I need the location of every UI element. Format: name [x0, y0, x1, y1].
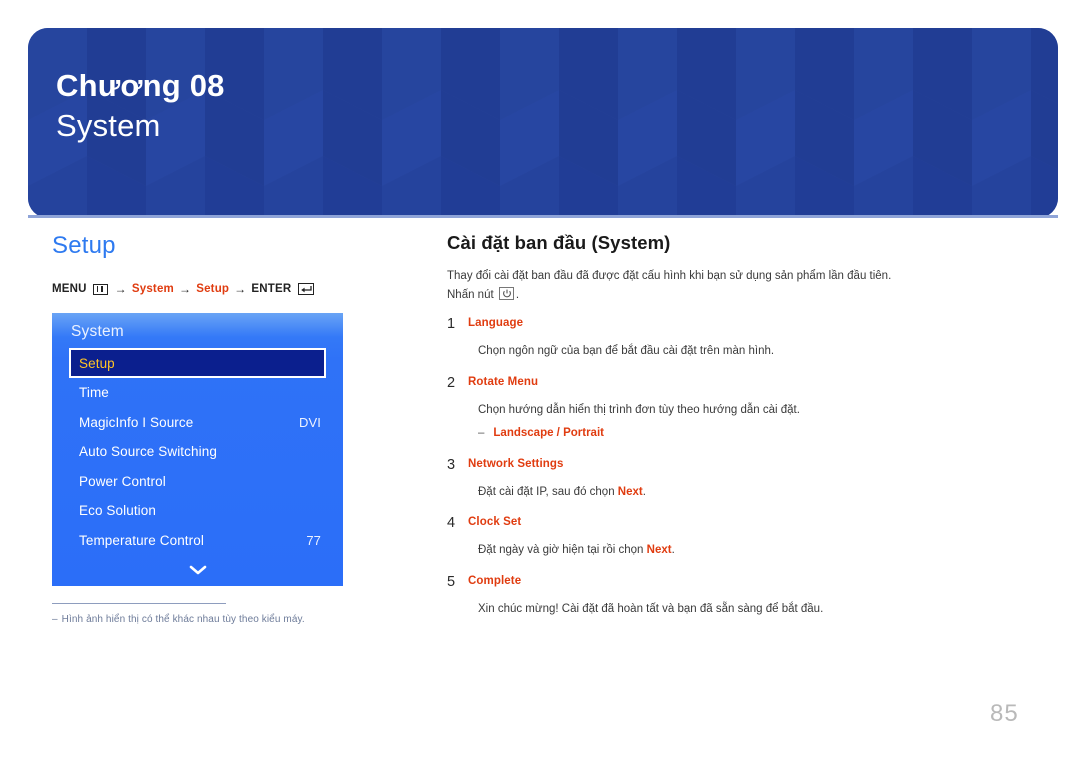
- step-sub-bullet: ‒ Landscape / Portrait: [478, 424, 1007, 442]
- banner-title-group: Chương 08 System: [56, 70, 225, 141]
- osd-item-label: Eco Solution: [79, 503, 156, 519]
- step-body-highlight: Next: [617, 485, 643, 498]
- step-body: Chọn hướng dẫn hiển thị trình đơn tùy th…: [478, 401, 1007, 443]
- breadcrumb-path-setup: Setup: [196, 283, 230, 295]
- osd-scroll-down-button[interactable]: [52, 557, 343, 583]
- right-section-title: Cài đặt ban đầu (System): [447, 232, 671, 253]
- step-number: 4: [447, 515, 456, 532]
- step-item: 1 Language: [447, 315, 1007, 333]
- osd-item-label: Temperature Control: [79, 532, 204, 548]
- footnote-text-row: ‒ Hình ảnh hiển thị có thể khác nhau tùy …: [52, 614, 382, 625]
- osd-item-list: Setup Time MagicInfo I Source DVI Auto S…: [52, 348, 343, 555]
- step-item: 2 Rotate Menu: [447, 374, 1007, 392]
- breadcrumb-enter-label: ENTER: [251, 283, 292, 295]
- osd-item-label: Auto Source Switching: [79, 444, 217, 460]
- osd-item-label: MagicInfo I Source: [79, 414, 194, 430]
- breadcrumb: MENU → System → Setup → ENTER: [52, 282, 412, 296]
- footnote-divider: [52, 603, 226, 604]
- step-item: 3 Network Settings: [447, 456, 1007, 474]
- osd-item-magicinfo-i-source[interactable]: MagicInfo I Source DVI: [52, 408, 343, 438]
- chevron-down-icon: [189, 565, 206, 575]
- osd-item-power-control[interactable]: Power Control: [52, 467, 343, 497]
- chapter-label: Chương 08: [56, 68, 225, 103]
- step-body-highlight: Next: [646, 544, 672, 557]
- step-name: Clock Set: [468, 516, 522, 529]
- osd-item-label: Power Control: [79, 473, 166, 489]
- right-column: Cài đặt ban đầu (System) Thay đổi cài đặ…: [447, 232, 1007, 631]
- osd-item-setup[interactable]: Setup: [69, 348, 326, 378]
- step-name: Language: [468, 317, 524, 330]
- step-name: Rotate Menu: [468, 375, 539, 388]
- page-title: Setup: [52, 232, 116, 259]
- banner-underline: [28, 215, 1058, 218]
- chapter-banner: Chương 08 System: [28, 28, 1058, 218]
- osd-item-label: Setup: [79, 355, 115, 371]
- left-column: Setup MENU → System → Setup → ENTER: [52, 232, 412, 314]
- breadcrumb-arrow-2: →: [179, 282, 192, 296]
- power-button-icon: [498, 286, 514, 300]
- step-item: 5 Complete: [447, 573, 1007, 591]
- osd-item-auto-source-switching[interactable]: Auto Source Switching: [52, 437, 343, 467]
- breadcrumb-arrow-1: →: [114, 282, 127, 296]
- osd-item-value: DVI: [299, 414, 321, 430]
- step-body-post: .: [671, 544, 675, 557]
- intro-line-2-prefix: Nhấn nút: [447, 288, 494, 301]
- breadcrumb-arrow-3: →: [234, 282, 247, 296]
- step-body-text: Chọn hướng dẫn hiển thị trình đơn tùy th…: [478, 403, 800, 416]
- step-body: Xin chúc mừng! Cài đặt đã hoàn tất và bạ…: [478, 602, 824, 615]
- sub-bullet-text: Landscape / Portrait: [493, 427, 604, 440]
- breadcrumb-path-system: System: [131, 283, 174, 295]
- intro-line-2: Nhấn nút .: [447, 286, 1007, 305]
- breadcrumb-menu-label: MENU: [52, 283, 87, 295]
- footnote-dash: ‒: [52, 614, 58, 625]
- footnote: ‒ Hình ảnh hiển thị có thể khác nhau tùy …: [52, 603, 382, 625]
- step-number: 3: [447, 456, 456, 473]
- step-name: Complete: [468, 574, 522, 587]
- osd-item-temperature-control[interactable]: Temperature Control 77: [52, 526, 343, 556]
- step-name: Network Settings: [468, 457, 564, 470]
- enter-return-icon: [298, 283, 315, 295]
- page-number: 85: [990, 700, 1019, 727]
- intro-paragraph: Thay đổi cài đặt ban đầu đã được đặt cấu…: [447, 267, 1007, 304]
- osd-item-eco-solution[interactable]: Eco Solution: [52, 496, 343, 526]
- step-body-pre: Đặt cài đặt IP, sau đó chọn: [478, 485, 618, 498]
- sub-bullet-dash: ‒: [478, 427, 485, 440]
- step-number: 2: [447, 374, 456, 391]
- step-number: 1: [447, 316, 456, 333]
- intro-line-2-suffix: .: [515, 288, 520, 301]
- step-body-pre: Đặt ngày và giờ hiện tại rồi chọn: [478, 544, 647, 557]
- step-item: 4 Clock Set: [447, 514, 1007, 532]
- step-body-post: .: [642, 485, 646, 498]
- osd-menu-panel[interactable]: System Setup Time MagicInfo I Source DVI…: [52, 313, 343, 586]
- osd-item-time[interactable]: Time: [52, 378, 343, 408]
- step-number: 5: [447, 573, 456, 590]
- step-body: Chọn ngôn ngữ của bạn để bắt đầu cài đặt…: [478, 345, 775, 358]
- step-body: Đặt cài đặt IP, sau đó chọn Next.: [478, 483, 1007, 501]
- osd-item-value: 77: [306, 532, 321, 548]
- osd-item-label: Time: [79, 385, 109, 401]
- osd-panel-title: System: [71, 323, 124, 340]
- footnote-text: Hình ảnh hiển thị có thể khác nhau tùy t…: [61, 614, 305, 625]
- step-body: Đặt ngày và giờ hiện tại rồi chọn Next.: [478, 541, 1007, 559]
- chapter-title: System: [56, 108, 161, 143]
- menu-bars-icon: [92, 283, 108, 295]
- intro-line-1: Thay đổi cài đặt ban đầu đã được đặt cấu…: [447, 270, 892, 282]
